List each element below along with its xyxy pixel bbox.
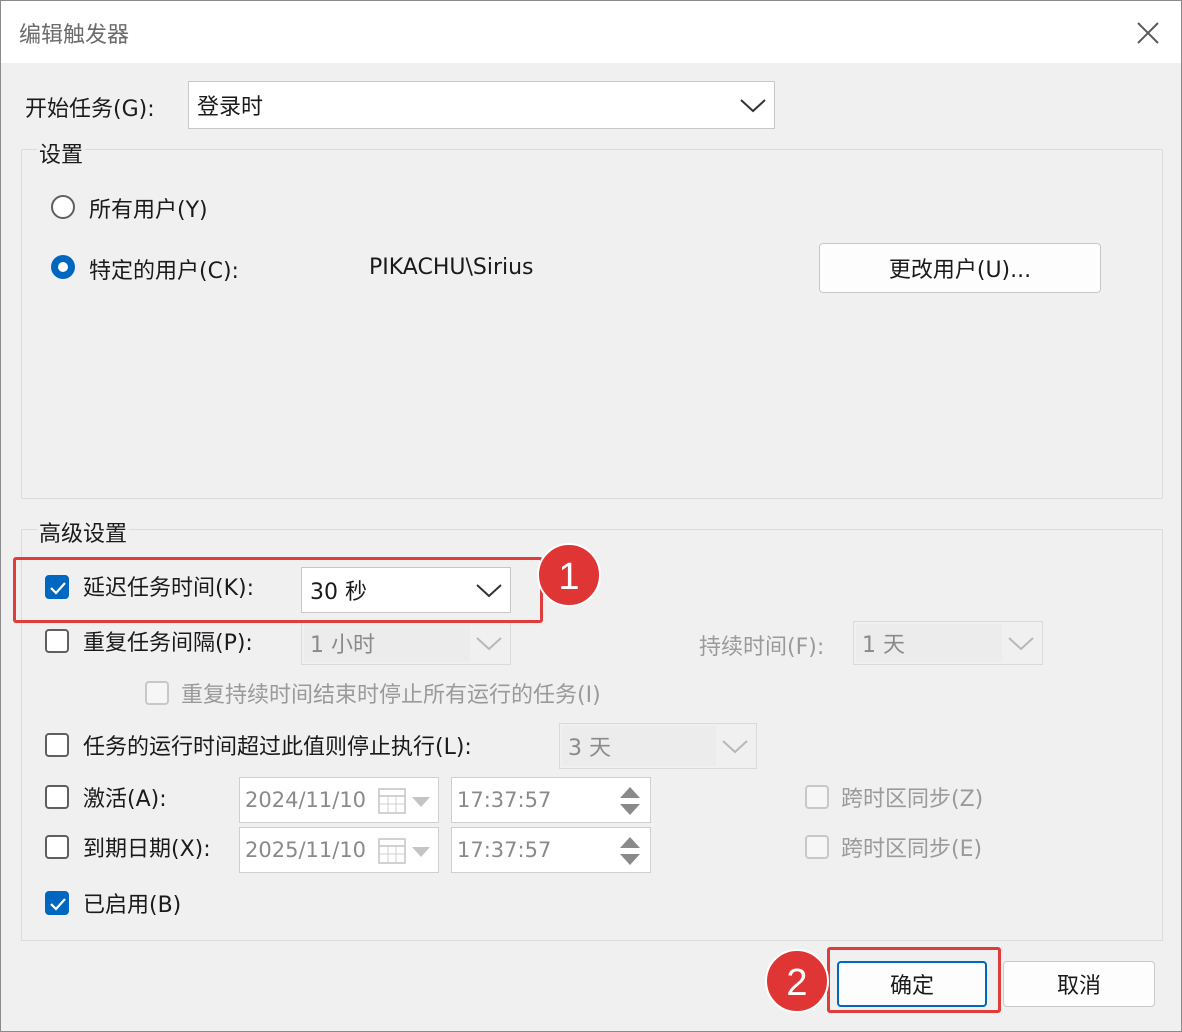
annotation-highlight-ok	[827, 947, 1001, 1013]
expire-time-field[interactable]: 17:37:57	[451, 827, 651, 873]
stop-all-tasks-label: 重复持续时间结束时停止所有运行的任务(I)	[181, 683, 601, 708]
expire-label: 到期日期(X):	[83, 837, 211, 862]
activate-time-value: 17:37:57	[457, 788, 552, 812]
settings-group-title: 设置	[37, 137, 86, 169]
checkmark-icon	[50, 898, 66, 911]
chevron-down-icon	[1008, 637, 1034, 651]
duration-value: 1 天	[862, 633, 905, 658]
activate-sync-timezone-label: 跨时区同步(Z)	[841, 787, 984, 812]
activate-label: 激活(A):	[83, 787, 167, 812]
annotation-badge-2: 2	[765, 949, 829, 1013]
cancel-button-label: 取消	[1056, 974, 1101, 999]
stop-if-longer-value: 3 天	[568, 736, 611, 761]
annotation-badge-1: 1	[537, 543, 601, 607]
advanced-settings-title: 高级设置	[37, 516, 130, 548]
specific-user-label: 特定的用户(C):	[89, 259, 239, 284]
stop-if-longer-select[interactable]: 3 天	[559, 723, 757, 769]
expire-time-value: 17:37:57	[457, 838, 552, 862]
user-name: PIKACHU\Sirius	[369, 255, 534, 280]
expire-date-picker[interactable]: 2025/11/10	[239, 827, 439, 873]
cancel-button[interactable]: 取消	[1003, 961, 1155, 1007]
expire-date-value: 2025/11/10	[245, 838, 367, 862]
spinner-arrows-icon	[620, 837, 640, 865]
activate-time-field[interactable]: 17:37:57	[451, 777, 651, 823]
stop-if-longer-checkbox[interactable]	[45, 733, 69, 757]
expire-checkbox[interactable]	[45, 835, 69, 859]
chevron-down-icon	[740, 99, 766, 113]
activate-date-value: 2024/11/10	[245, 788, 367, 812]
expire-sync-timezone-checkbox[interactable]	[805, 835, 829, 859]
duration-select[interactable]: 1 天	[853, 621, 1043, 665]
close-button[interactable]	[1127, 15, 1167, 51]
stop-if-longer-label: 任务的运行时间超过此值则停止执行(L):	[83, 735, 472, 760]
spinner-arrows-icon	[620, 787, 640, 815]
stop-all-tasks-checkbox[interactable]	[145, 681, 169, 705]
specific-user-radio[interactable]	[51, 255, 75, 279]
all-users-radio[interactable]	[51, 195, 75, 219]
chevron-down-icon	[722, 740, 748, 754]
change-user-button-label: 更改用户(U)...	[888, 258, 1032, 283]
enabled-label: 已启用(B)	[83, 893, 182, 918]
activate-date-picker[interactable]: 2024/11/10	[239, 777, 439, 823]
close-icon	[1137, 22, 1159, 44]
all-users-label: 所有用户(Y)	[89, 198, 208, 223]
activate-checkbox[interactable]	[45, 785, 69, 809]
begin-task-select[interactable]: 登录时	[188, 81, 775, 129]
calendar-icon	[378, 788, 430, 814]
begin-task-label: 开始任务(G):	[25, 97, 155, 122]
duration-label: 持续时间(F):	[699, 635, 825, 660]
edit-trigger-dialog: 编辑触发器 开始任务(G): 登录时 设置 所有用户(Y) 特定的用户(C): …	[0, 0, 1182, 1032]
repeat-task-label: 重复任务间隔(P):	[83, 631, 253, 656]
expire-sync-timezone-label: 跨时区同步(E)	[841, 837, 983, 862]
repeat-interval-select[interactable]: 1 小时	[301, 621, 511, 665]
annotation-highlight-delay	[13, 557, 543, 623]
activate-sync-timezone-checkbox[interactable]	[805, 785, 829, 809]
calendar-icon	[378, 838, 430, 864]
begin-task-value: 登录时	[197, 95, 264, 120]
change-user-button[interactable]: 更改用户(U)...	[819, 243, 1101, 293]
title-bar: 编辑触发器	[1, 1, 1181, 63]
repeat-interval-value: 1 小时	[310, 633, 375, 658]
repeat-task-checkbox[interactable]	[45, 629, 69, 653]
chevron-down-icon	[476, 637, 502, 651]
window-title: 编辑触发器	[19, 23, 130, 48]
enabled-checkbox[interactable]	[45, 891, 69, 915]
